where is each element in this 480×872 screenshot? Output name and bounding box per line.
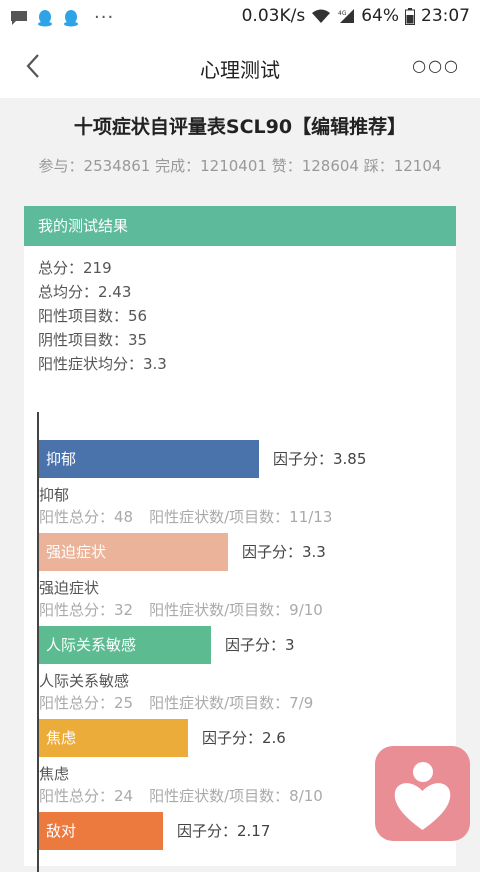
factor-score: 因子分：3.85 bbox=[273, 450, 367, 468]
more-notifications-icon: ··· bbox=[94, 7, 115, 28]
factor-name: 焦虑 bbox=[39, 765, 70, 783]
factor-ratio: 阳性症状数/项目数：8/10 bbox=[149, 787, 323, 805]
factor-positive-total: 阳性总分：25 bbox=[39, 694, 134, 712]
factor-item: 抑郁 因子分：3.85 抑郁 阳性总分：48 阳性症状数/项目数：11/13 bbox=[39, 440, 459, 530]
battery-percent: 64% bbox=[361, 6, 399, 26]
summary-positive-count: 阳性项目数：56 bbox=[38, 307, 148, 325]
notification-icons: ··· bbox=[10, 7, 114, 28]
factor-bar: 人际关系敏感 bbox=[39, 626, 211, 664]
factor-ratio: 阳性症状数/项目数：7/9 bbox=[149, 694, 314, 712]
more-icon[interactable]: ○○○ bbox=[412, 56, 460, 75]
status-right: 0.03K/s 4G 64% 23:07 bbox=[242, 6, 470, 26]
factor-score: 因子分：2.6 bbox=[202, 729, 286, 747]
factor-name: 人际关系敏感 bbox=[39, 672, 130, 690]
factor-item: 强迫症状 因子分：3.3 强迫症状 阳性总分：32 阳性症状数/项目数：9/10 bbox=[39, 533, 459, 623]
factor-score: 因子分：3.3 bbox=[242, 543, 326, 561]
factor-positive-total: 阳性总分：32 bbox=[39, 601, 134, 619]
factor-score: 因子分：3 bbox=[225, 636, 295, 654]
summary-positive-average: 阳性症状均分：3.3 bbox=[38, 355, 167, 373]
factor-bar: 敌对 bbox=[39, 812, 163, 850]
qq-icon bbox=[38, 9, 52, 26]
factor-name: 抑郁 bbox=[39, 486, 70, 504]
factor-score: 因子分：2.17 bbox=[177, 822, 271, 840]
factor-detail: 阳性总分：24 阳性症状数/项目数：8/10 bbox=[39, 785, 323, 806]
factor-bar: 抑郁 bbox=[39, 440, 259, 478]
result-summary: 总分：219 总均分：2.43 阳性项目数：56 阴性项目数：35 阳性症状均分… bbox=[38, 256, 167, 376]
heart-person-icon bbox=[394, 762, 451, 830]
factor-ratio: 阳性症状数/项目数：11/13 bbox=[149, 508, 333, 526]
factor-detail: 阳性总分：48 阳性症状数/项目数：11/13 bbox=[39, 506, 332, 527]
factor-bar: 强迫症状 bbox=[39, 533, 228, 571]
battery-icon bbox=[405, 7, 415, 25]
factor-ratio: 阳性症状数/项目数：9/10 bbox=[149, 601, 323, 619]
summary-negative-count: 阴性项目数：35 bbox=[38, 331, 148, 349]
message-icon bbox=[11, 10, 27, 25]
signal-4g-icon: 4G bbox=[338, 9, 355, 23]
page-title: 十项症状自评量表SCL90【编辑推荐】 bbox=[73, 116, 407, 138]
app-header: 心理测试 ○○○ bbox=[0, 34, 480, 98]
result-header: 我的测试结果 bbox=[24, 206, 456, 246]
svg-text:4G: 4G bbox=[338, 10, 347, 17]
factor-positive-total: 阳性总分：48 bbox=[39, 508, 134, 526]
clock: 23:07 bbox=[421, 6, 470, 26]
header-title: 心理测试 bbox=[200, 58, 280, 82]
summary-average: 总均分：2.43 bbox=[38, 283, 132, 301]
qq-icon bbox=[64, 9, 78, 26]
summary-total: 总分：219 bbox=[38, 259, 112, 277]
factor-detail: 阳性总分：25 阳性症状数/项目数：7/9 bbox=[39, 692, 313, 713]
status-bar: ··· 0.03K/s 4G 64% 23:07 bbox=[0, 0, 480, 34]
factor-bar: 焦虑 bbox=[39, 719, 188, 757]
factor-item: 人际关系敏感 因子分：3 人际关系敏感 阳性总分：25 阳性症状数/项目数：7/9 bbox=[39, 626, 459, 716]
test-stats: 参与：2534861 完成：1210401 赞：128604 踩：12104 bbox=[38, 157, 442, 175]
factor-name: 强迫症状 bbox=[39, 579, 100, 597]
floating-heart-button[interactable] bbox=[375, 746, 470, 841]
wifi-icon bbox=[312, 9, 331, 23]
factor-detail: 阳性总分：32 阳性症状数/项目数：9/10 bbox=[39, 599, 323, 620]
network-speed: 0.03K/s bbox=[241, 6, 306, 26]
factor-positive-total: 阳性总分：24 bbox=[39, 787, 134, 805]
